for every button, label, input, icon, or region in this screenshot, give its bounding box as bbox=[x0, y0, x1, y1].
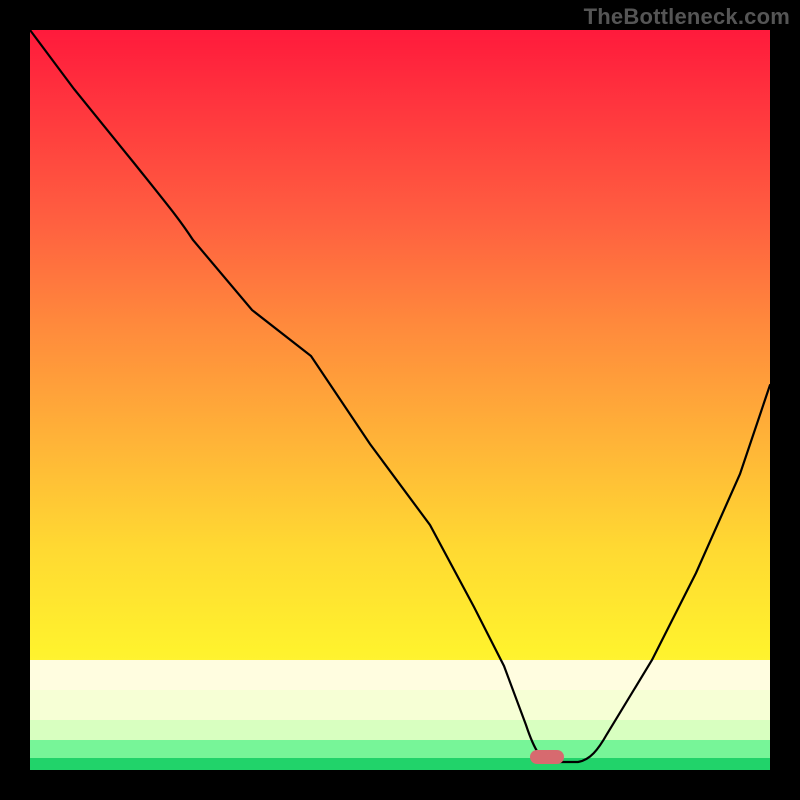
watermark-text: TheBottleneck.com bbox=[584, 4, 790, 30]
plot-area bbox=[30, 30, 770, 770]
curve-path bbox=[30, 30, 770, 762]
bottleneck-curve bbox=[30, 30, 770, 770]
optimum-marker bbox=[530, 750, 564, 764]
chart-frame: TheBottleneck.com bbox=[0, 0, 800, 800]
